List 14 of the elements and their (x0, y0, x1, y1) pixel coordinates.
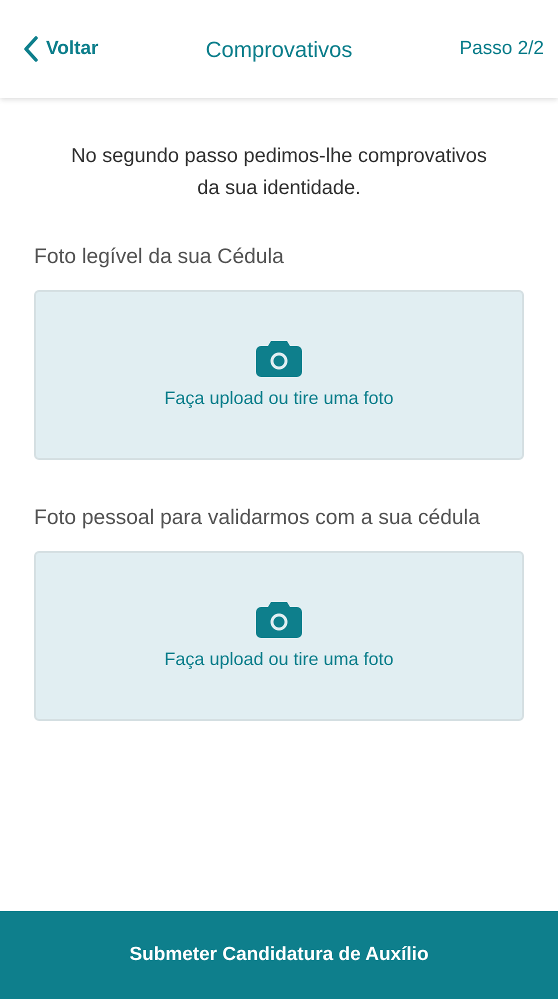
upload-area[interactable]: Faça upload ou tire uma foto (34, 551, 524, 721)
camera-icon (256, 338, 302, 376)
page-title: Comprovativos (206, 36, 352, 64)
upload-prompt: Faça upload ou tire uma foto (164, 648, 394, 671)
submit-button[interactable]: Submeter Candidatura de Auxílio (0, 911, 558, 999)
field-label: Foto legível da sua Cédula (34, 244, 285, 270)
chevron-left-icon (24, 36, 38, 62)
upload-prompt: Faça upload ou tire uma foto (164, 386, 394, 410)
intro-text: No segundo passo pedimos-lhe comprovativos da sua identidade. (70, 144, 488, 201)
camera-icon (256, 600, 302, 638)
field-label: Foto pessoal para validarmos com a sua cédula (34, 505, 481, 531)
back-button[interactable]: Voltar (24, 34, 98, 64)
upload-area[interactable]: Faça upload ou tire uma foto (34, 290, 524, 460)
step-indicator: Passo 2/2 (460, 36, 544, 61)
